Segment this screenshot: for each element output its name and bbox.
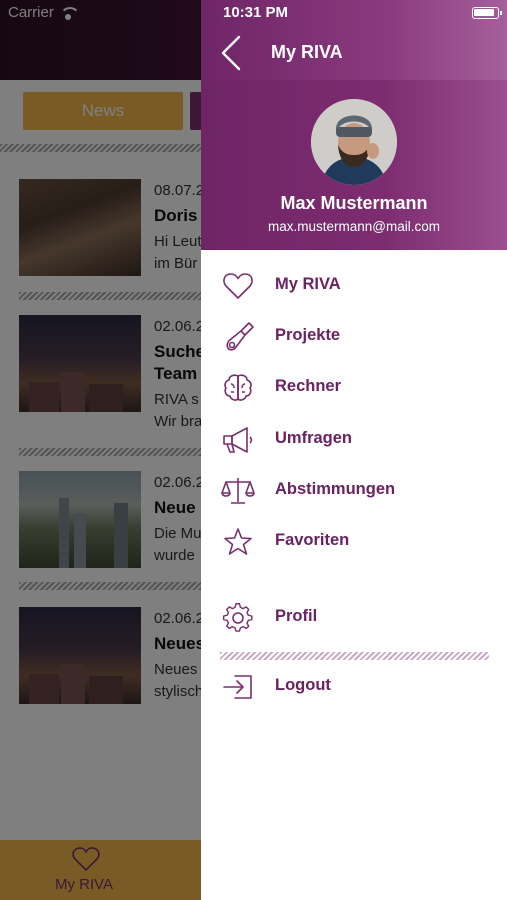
brain-icon [224,374,252,401]
avatar-photo [311,99,397,185]
megaphone-icon [223,427,253,453]
heart-icon [223,273,253,299]
gear-icon [222,603,253,632]
menu-item-profil[interactable]: Profil [201,596,507,640]
menu-label: Logout [275,676,331,694]
drawer-navbar: 10:31 PM My RIVA [201,0,507,80]
user-name: Max Mustermann [280,193,428,213]
menu-label: Favoriten [275,531,350,549]
drawer-title: My RIVA [271,42,343,62]
battery-icon [472,7,502,19]
menu-item-my-riva[interactable]: My RIVA [201,264,507,308]
menu-label: Umfragen [275,429,353,447]
user-email: max.mustermann@mail.com [268,219,440,234]
menu-item-abstimmungen[interactable]: Abstimmungen [201,469,507,513]
menu-item-rechner[interactable]: Rechner [201,366,507,410]
menu-label: My RIVA [275,275,341,293]
side-drawer: 10:31 PM My RIVA Max Mustermann max.must… [201,0,507,900]
menu-label: Profil [275,607,318,625]
divider [220,652,489,660]
star-icon [224,528,252,555]
flashlight-icon [226,322,254,351]
menu-label: Projekte [275,326,341,344]
menu-item-favoriten[interactable]: Favoriten [201,520,507,564]
menu-item-logout[interactable]: Logout [201,665,507,709]
avatar[interactable] [311,99,397,185]
menu-item-umfragen[interactable]: Umfragen [201,418,507,462]
menu-label: Rechner [275,377,342,395]
menu-item-projekte[interactable]: Projekte [201,315,507,359]
status-time: 10:31 PM [223,4,289,21]
scales-icon [221,478,255,504]
menu-label: Abstimmungen [275,480,396,498]
chevron-left-icon [221,35,241,71]
logout-icon [223,675,252,699]
back-button[interactable] [217,34,247,72]
